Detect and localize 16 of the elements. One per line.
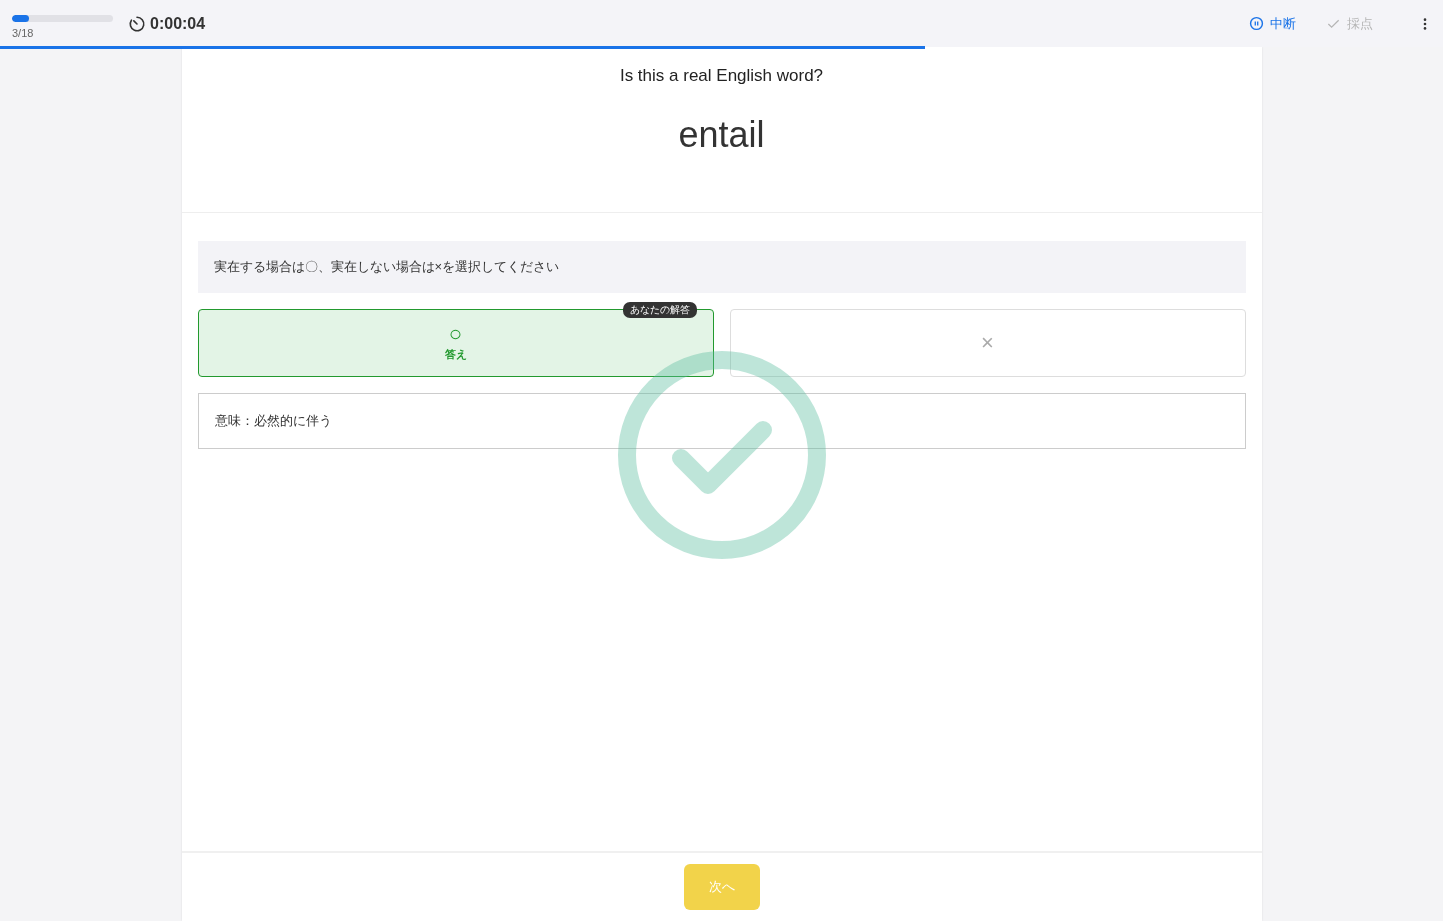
meaning-text: 意味：必然的に伴う (197, 393, 1246, 449)
more-icon[interactable] (1423, 16, 1427, 31)
pause-icon (1249, 16, 1264, 31)
timer-icon (128, 14, 146, 33)
your-answer-badge: あなたの解答 (622, 302, 697, 318)
option-symbol: × (981, 333, 994, 353)
option-symbol: ○ (448, 324, 463, 344)
pause-button[interactable]: 中断 (1249, 14, 1296, 33)
instruction-text: 実在する場合は〇、実在しない場合は×を選択してください (197, 241, 1246, 293)
question-word: entail (678, 114, 765, 156)
answer-option[interactable]: × (729, 309, 1246, 377)
question-prompt: Is this a real English word? (619, 66, 824, 86)
next-button[interactable]: 次へ (683, 864, 760, 910)
elapsed-time: 0:00:04 (150, 14, 206, 33)
question-counter: 3/18 (12, 26, 35, 39)
correct-answer-label: 答え (444, 347, 467, 362)
